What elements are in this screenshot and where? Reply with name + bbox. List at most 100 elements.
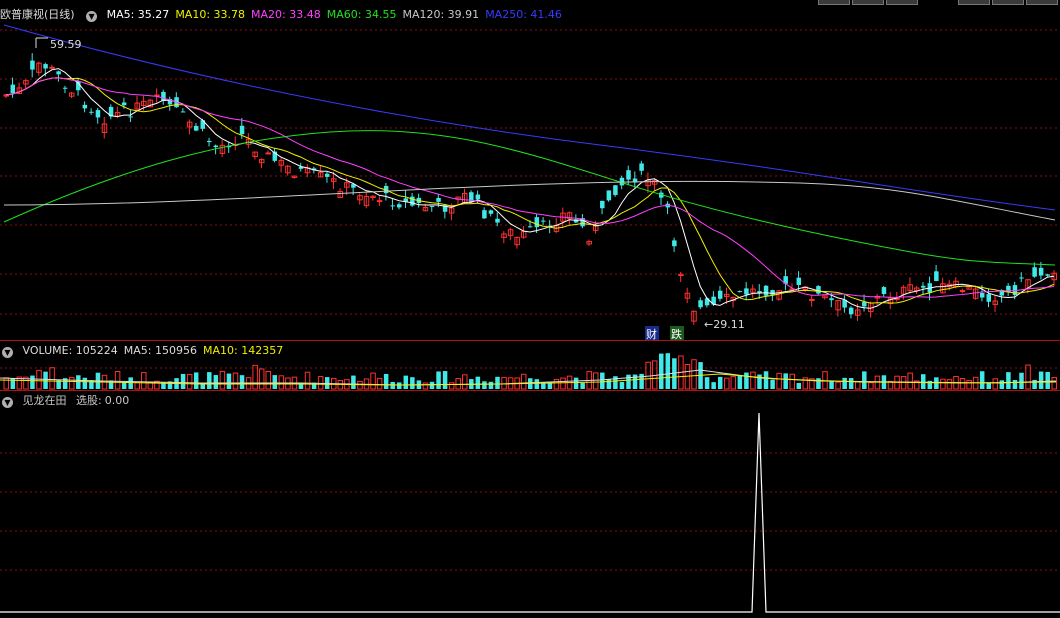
candle-body-down xyxy=(410,196,415,206)
volume-bar-up xyxy=(186,373,193,390)
candle-body-down xyxy=(482,210,487,219)
volume-bar-up xyxy=(258,368,265,390)
candle-body-down xyxy=(672,240,677,247)
volume-bar-down xyxy=(921,374,926,389)
drop-event-label: 跌 xyxy=(671,327,682,341)
volume-bar-up xyxy=(448,382,455,390)
candle-body-down xyxy=(541,220,546,222)
volume-bar-down xyxy=(226,373,232,389)
candle-body-up xyxy=(265,152,271,155)
candle-body-down xyxy=(613,185,618,195)
volume-bar-down xyxy=(600,372,605,389)
volume-bar-down xyxy=(711,382,716,389)
candle-body-down xyxy=(56,71,61,75)
signal-line xyxy=(0,412,1060,613)
candle-body-down xyxy=(528,226,533,228)
candle-body-down xyxy=(495,218,500,223)
volume-bar-up xyxy=(3,377,9,390)
ma60-line xyxy=(3,130,1056,266)
volume-bar-down xyxy=(770,379,775,389)
candle-body-down xyxy=(193,125,199,131)
candle-body-down xyxy=(30,60,35,70)
candle-body-down xyxy=(89,111,94,113)
volume-bar-up xyxy=(422,382,429,390)
candle-body-up xyxy=(49,66,55,69)
volume-bar-up xyxy=(134,382,140,390)
volume-bar-down xyxy=(397,382,402,389)
high-price-label: 59.59 xyxy=(50,38,82,51)
volume-bar-down xyxy=(213,375,219,389)
volume-bar-up xyxy=(855,381,861,390)
candle-body-down xyxy=(475,194,481,200)
volume-bar-up xyxy=(750,371,756,390)
volume-bar-up xyxy=(49,367,55,390)
low-price-label: ←29.11 xyxy=(704,318,745,331)
candle-body-down xyxy=(744,288,749,295)
candle-body-down xyxy=(82,104,88,109)
volume-bar-up xyxy=(776,372,782,390)
volume-bar-up xyxy=(69,377,75,390)
volume-bar-down xyxy=(783,373,788,389)
stock-chart-canvas[interactable]: 59.59 ←29.11 财跌 xyxy=(0,0,1060,618)
volume-bar-up xyxy=(232,372,239,390)
volume-bar-down xyxy=(1038,371,1044,389)
volume-bar-up xyxy=(114,371,121,390)
candle-body-down xyxy=(848,307,854,315)
volume-bar-up xyxy=(278,375,285,390)
volume-bar-down xyxy=(737,375,743,389)
volume-bar-down xyxy=(534,379,540,389)
volume-bar-up xyxy=(1051,376,1057,390)
candle-body-down xyxy=(626,170,631,180)
volume-bar-up xyxy=(940,378,946,390)
volume-bar-down xyxy=(796,382,802,389)
volume-bar-down xyxy=(272,375,278,389)
volume-bar-up xyxy=(304,371,311,390)
volume-bar-up xyxy=(907,372,913,390)
volume-bar-up xyxy=(553,378,560,390)
candle-body-down xyxy=(121,102,127,106)
volume-bar-down xyxy=(704,377,710,389)
volume-bar-down xyxy=(573,377,579,389)
candle-body-down xyxy=(737,291,743,293)
candle-body-down xyxy=(606,190,612,201)
volume-bar-up xyxy=(966,379,972,390)
volume-bar-up xyxy=(370,372,376,390)
candle-body-down xyxy=(239,125,245,135)
candle-body-down xyxy=(390,205,395,207)
volume-bar-down xyxy=(613,376,618,389)
candle-body-down xyxy=(1045,274,1050,276)
candle-body-down xyxy=(639,163,644,171)
volume-bar-down xyxy=(659,353,664,389)
candle-body-down xyxy=(324,173,330,177)
volume-bar-down xyxy=(207,372,212,389)
candle-body-down xyxy=(770,290,775,295)
candle-body-down xyxy=(796,277,802,286)
ma250-line xyxy=(3,24,1056,211)
candle-body-down xyxy=(881,287,887,294)
volume-bar-up xyxy=(946,379,953,390)
volume-bar-up xyxy=(455,378,461,390)
volume-bar-down xyxy=(626,374,631,389)
candle-body-down xyxy=(62,87,68,89)
finance-event-label: 财 xyxy=(646,327,657,341)
volume-bar-up xyxy=(357,380,363,390)
candle-body-down xyxy=(934,271,939,282)
candle-body-down xyxy=(829,298,834,301)
candle-body-down xyxy=(436,197,441,202)
volume-bar-down xyxy=(482,381,487,389)
candle-body-down xyxy=(1038,267,1044,276)
candle-body-down xyxy=(619,177,625,186)
candle-body-up xyxy=(376,200,383,203)
volume-bar-down xyxy=(842,377,847,389)
volume-bar-down xyxy=(829,380,834,389)
candle-body-down xyxy=(95,110,101,118)
candle-body-down xyxy=(816,286,821,294)
candle-body-down xyxy=(698,300,703,308)
volume-bar-up xyxy=(462,374,468,390)
volume-bar-down xyxy=(665,353,671,389)
volume-bar-down xyxy=(717,376,723,389)
volume-bar-up xyxy=(959,378,966,390)
volume-bar-down xyxy=(128,377,133,389)
volume-bar-down xyxy=(410,377,415,389)
candle-body-down xyxy=(763,285,769,296)
